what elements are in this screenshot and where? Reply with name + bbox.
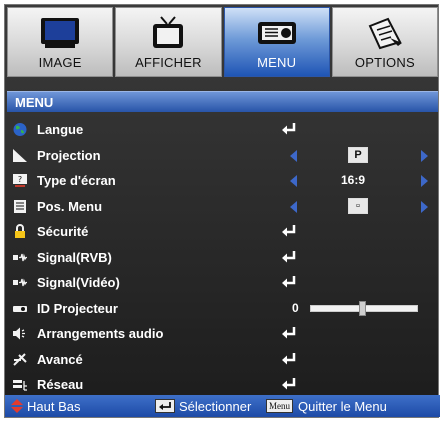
enter-icon[interactable] (281, 326, 297, 340)
menu-item-arrangements-audio[interactable]: Arrangements audio (5, 321, 440, 347)
arrow-left-icon[interactable] (290, 200, 297, 213)
tab-bar: IMAGE AFFICHER MENU OPTIONS (7, 7, 438, 77)
footer-quit-text: Quitter le Menu (298, 399, 387, 414)
svg-text:?: ? (18, 175, 22, 184)
arrow-right-icon[interactable] (421, 149, 428, 162)
projector-id-icon (13, 305, 27, 312)
menu-item-avance[interactable]: Avancé (5, 347, 440, 373)
arrow-right-icon[interactable] (421, 175, 428, 187)
menu-item-langue[interactable]: Langue (5, 117, 440, 143)
menu-item-label: Projection (37, 147, 101, 163)
enter-icon[interactable] (281, 377, 297, 391)
menu-item-pos-menu[interactable]: Pos. Menu ▫ (5, 194, 440, 220)
menu-item-securite[interactable]: Sécurité (5, 219, 440, 245)
menu-item-label: Signal(Vidéo) (37, 275, 120, 290)
menu-item-reseau[interactable]: Réseau (5, 372, 440, 398)
help-footer: Haut Bas Sélectionner Menu Quitter le Me… (5, 395, 440, 417)
menu-item-type-ecran[interactable]: ? Type d'écran 16:9 (5, 168, 440, 194)
menu-item-label: Signal(RVB) (37, 249, 112, 265)
projector-id-slider[interactable] (310, 300, 418, 316)
enter-key-icon (155, 399, 175, 413)
menu-item-id-projecteur[interactable]: ID Projecteur 0 (5, 296, 440, 322)
menu-item-label: Langue (37, 122, 84, 137)
menu-list: Langue Projection P ? Type d'écran 16:9 … (5, 117, 440, 398)
menu-position-value: ▫ (348, 197, 368, 214)
screen-type-value: 16:9 (341, 173, 366, 187)
enter-icon[interactable] (281, 250, 297, 264)
enter-icon[interactable] (281, 224, 297, 238)
footer-nav-text: Haut Bas (27, 399, 81, 414)
tab-image[interactable]: IMAGE (7, 7, 114, 77)
tv-icon (153, 16, 184, 48)
menu-position-icon (14, 199, 26, 213)
menu-item-label: ID Projecteur (37, 300, 118, 316)
arrow-left-icon[interactable] (290, 175, 297, 187)
arrow-left-icon[interactable] (290, 149, 297, 162)
tab-label: OPTIONS (354, 55, 415, 70)
menu-item-projection[interactable]: Projection P (5, 143, 440, 169)
monitor-icon (41, 18, 80, 48)
up-down-icon (11, 399, 23, 413)
signal-icon (13, 252, 27, 261)
advanced-icon (13, 352, 27, 366)
menu-item-label: Pos. Menu (37, 198, 103, 214)
screen-type-icon: ? (13, 174, 27, 187)
slider-handle[interactable] (359, 300, 366, 316)
menu-item-label: Avancé (37, 351, 83, 367)
tab-options[interactable]: OPTIONS (331, 7, 438, 77)
tab-label: IMAGE (38, 55, 82, 70)
speaker-icon (13, 327, 25, 340)
enter-icon[interactable] (281, 275, 297, 289)
menu-item-signal-video[interactable]: Signal(Vidéo) (5, 270, 440, 296)
footer-select-text: Sélectionner (179, 399, 252, 414)
projection-value: P (348, 146, 368, 163)
menu-key-icon: Menu (266, 399, 293, 413)
lock-icon (15, 224, 25, 238)
tab-menu[interactable]: MENU (223, 7, 330, 77)
menu-item-signal-rvb[interactable]: Signal(RVB) (5, 245, 440, 271)
settings-icon (368, 17, 402, 50)
signal-icon (13, 278, 27, 287)
enter-icon[interactable] (281, 122, 297, 136)
projection-icon (13, 148, 27, 162)
tab-label: AFFICHER (135, 55, 202, 70)
globe-icon (13, 123, 27, 136)
tab-label: MENU (257, 55, 297, 70)
enter-icon[interactable] (281, 352, 297, 366)
menu-item-label: Type d'écran (37, 173, 116, 188)
section-title-bar: MENU (7, 91, 438, 112)
tab-afficher[interactable]: AFFICHER (115, 7, 222, 77)
section-title: MENU (15, 95, 54, 110)
menu-item-label: Réseau (37, 377, 84, 392)
projector-osd-menu: IMAGE AFFICHER MENU OPTIONS MENU Langue … (4, 4, 440, 418)
projector-id-value: 0 (292, 300, 299, 315)
network-icon (13, 380, 27, 391)
projector-icon (257, 22, 296, 44)
menu-item-label: Sécurité (37, 224, 89, 239)
arrow-right-icon[interactable] (421, 200, 428, 213)
menu-item-label: Arrangements audio (37, 326, 164, 341)
